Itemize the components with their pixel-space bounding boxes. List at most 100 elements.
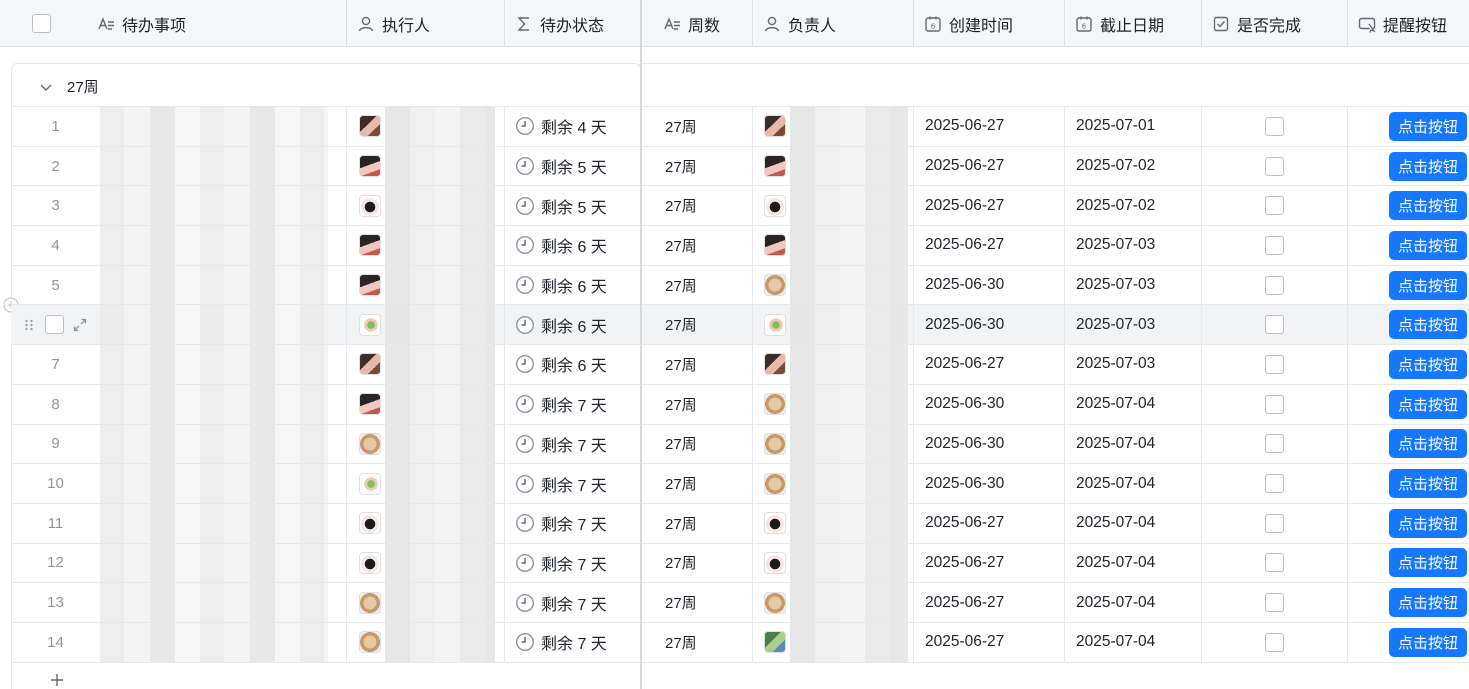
week-cell[interactable]: 27周 <box>653 543 753 583</box>
done-checkbox[interactable] <box>1265 116 1284 136</box>
todo-cell[interactable] <box>100 186 347 226</box>
owner-cell[interactable] <box>753 186 914 226</box>
created-date-cell[interactable]: 2025-06-30 <box>914 384 1065 424</box>
header-done[interactable]: 是否完成 <box>1202 0 1348 47</box>
todo-cell[interactable] <box>100 345 347 384</box>
header-due[interactable]: 6 截止日期 <box>1065 0 1202 47</box>
week-cell[interactable]: 27周 <box>653 107 753 146</box>
week-cell[interactable]: 27周 <box>653 424 753 464</box>
executor-cell[interactable] <box>347 305 505 345</box>
created-date-cell[interactable]: 2025-06-30 <box>914 305 1065 345</box>
remind-button[interactable]: 点击按钮 <box>1388 270 1467 300</box>
todo-cell[interactable] <box>100 107 347 146</box>
header-week[interactable]: 周数 <box>653 0 753 47</box>
done-cell[interactable] <box>1202 146 1348 186</box>
done-cell[interactable] <box>1202 583 1348 622</box>
created-date-cell[interactable]: 2025-06-27 <box>914 503 1065 543</box>
week-cell[interactable]: 27周 <box>653 384 753 424</box>
done-checkbox[interactable] <box>1265 196 1284 216</box>
chevron-down-icon[interactable] <box>39 80 53 94</box>
executor-cell[interactable] <box>347 345 505 384</box>
week-cell[interactable]: 27周 <box>653 226 753 265</box>
remind-button[interactable]: 点击按钮 <box>1388 548 1467 578</box>
executor-cell[interactable] <box>347 464 505 503</box>
owner-cell[interactable] <box>753 464 914 503</box>
table-row[interactable]: 8 剩余 7 天 27周 2025-06-30 2025-07-04 点击按钮 <box>11 383 1469 424</box>
executor-cell[interactable] <box>347 107 505 146</box>
todo-cell[interactable] <box>100 305 347 345</box>
executor-cell[interactable] <box>347 384 505 424</box>
due-date-cell[interactable]: 2025-07-04 <box>1065 424 1202 464</box>
executor-cell[interactable] <box>347 583 505 622</box>
due-date-cell[interactable]: 2025-07-04 <box>1065 503 1202 543</box>
done-cell[interactable] <box>1202 265 1348 305</box>
table-row[interactable]: 1 剩余 4 天 27周 2025-06-27 2025-07-01 点击按钮 <box>11 106 1469 146</box>
row-select-checkbox[interactable] <box>45 315 64 335</box>
done-cell[interactable] <box>1202 424 1348 464</box>
due-date-cell[interactable]: 2025-07-02 <box>1065 186 1202 226</box>
table-row[interactable]: 10 剩余 7 天 27周 2025-06-30 2025-07-04 点击按钮 <box>11 463 1469 503</box>
week-cell[interactable]: 27周 <box>653 583 753 622</box>
table-row[interactable]: 5 剩余 6 天 27周 2025-06-30 2025-07-03 点击按钮 <box>11 264 1469 305</box>
week-cell[interactable]: 27周 <box>653 305 753 345</box>
table-row[interactable]: 14 剩余 7 天 27周 2025-06-27 2025-07-04 点击按钮 <box>11 621 1469 662</box>
remind-button[interactable]: 点击按钮 <box>1388 230 1467 260</box>
select-all-checkbox[interactable] <box>32 14 51 33</box>
table-row[interactable]: 11 剩余 7 天 27周 2025-06-27 2025-07-04 点击按钮 <box>11 502 1469 543</box>
done-checkbox[interactable] <box>1265 275 1284 295</box>
due-date-cell[interactable]: 2025-07-04 <box>1065 622 1202 662</box>
owner-cell[interactable] <box>753 424 914 464</box>
table-row[interactable]: 12 剩余 7 天 27周 2025-06-27 2025-07-04 点击按钮 <box>11 542 1469 583</box>
header-remind-button[interactable]: 提醒按钮 <box>1348 0 1469 47</box>
done-cell[interactable] <box>1202 226 1348 265</box>
drag-handle-icon[interactable] <box>21 317 37 333</box>
done-cell[interactable] <box>1202 622 1348 662</box>
todo-cell[interactable] <box>100 464 347 503</box>
done-checkbox[interactable] <box>1265 434 1284 454</box>
created-date-cell[interactable]: 2025-06-30 <box>914 424 1065 464</box>
freeze-divider[interactable] <box>640 0 642 689</box>
table-row[interactable]: 剩余 6 天 27周 2025-06-30 2025-07-03 点击按钮 <box>11 304 1469 345</box>
done-checkbox[interactable] <box>1265 513 1284 533</box>
done-cell[interactable] <box>1202 464 1348 503</box>
created-date-cell[interactable]: 2025-06-30 <box>914 464 1065 503</box>
header-owner[interactable]: 负责人 <box>753 0 914 47</box>
executor-cell[interactable] <box>347 226 505 265</box>
owner-cell[interactable] <box>753 345 914 384</box>
header-executor[interactable]: 执行人 <box>347 0 505 47</box>
created-date-cell[interactable]: 2025-06-27 <box>914 107 1065 146</box>
remind-button[interactable]: 点击按钮 <box>1388 469 1467 499</box>
done-cell[interactable] <box>1202 345 1348 384</box>
executor-cell[interactable] <box>347 146 505 186</box>
group-header[interactable]: 27周 <box>11 63 1469 107</box>
done-cell[interactable] <box>1202 186 1348 226</box>
remind-button[interactable]: 点击按钮 <box>1388 508 1467 538</box>
done-cell[interactable] <box>1202 305 1348 345</box>
due-date-cell[interactable]: 2025-07-01 <box>1065 107 1202 146</box>
created-date-cell[interactable]: 2025-06-27 <box>914 146 1065 186</box>
table-row[interactable]: 2 剩余 5 天 27周 2025-06-27 2025-07-02 点击按钮 <box>11 145 1469 186</box>
done-checkbox[interactable] <box>1265 156 1284 176</box>
created-date-cell[interactable]: 2025-06-27 <box>914 543 1065 583</box>
week-cell[interactable]: 27周 <box>653 503 753 543</box>
table-row[interactable]: 7 剩余 6 天 27周 2025-06-27 2025-07-03 点击按钮 <box>11 344 1469 384</box>
due-date-cell[interactable]: 2025-07-04 <box>1065 384 1202 424</box>
done-checkbox[interactable] <box>1265 632 1284 652</box>
done-cell[interactable] <box>1202 384 1348 424</box>
week-cell[interactable]: 27周 <box>653 464 753 503</box>
executor-cell[interactable] <box>347 186 505 226</box>
header-todo[interactable]: 待办事项 <box>89 0 347 47</box>
owner-cell[interactable] <box>753 146 914 186</box>
executor-cell[interactable] <box>347 265 505 305</box>
created-date-cell[interactable]: 2025-06-27 <box>914 345 1065 384</box>
executor-cell[interactable] <box>347 622 505 662</box>
done-cell[interactable] <box>1202 543 1348 583</box>
created-date-cell[interactable]: 2025-06-27 <box>914 622 1065 662</box>
week-cell[interactable]: 27周 <box>653 345 753 384</box>
remind-button[interactable]: 点击按钮 <box>1388 429 1467 459</box>
owner-cell[interactable] <box>753 543 914 583</box>
todo-cell[interactable] <box>100 265 347 305</box>
created-date-cell[interactable]: 2025-06-27 <box>914 226 1065 265</box>
owner-cell[interactable] <box>753 305 914 345</box>
table-row[interactable]: 4 剩余 6 天 27周 2025-06-27 2025-07-03 点击按钮 <box>11 225 1469 265</box>
